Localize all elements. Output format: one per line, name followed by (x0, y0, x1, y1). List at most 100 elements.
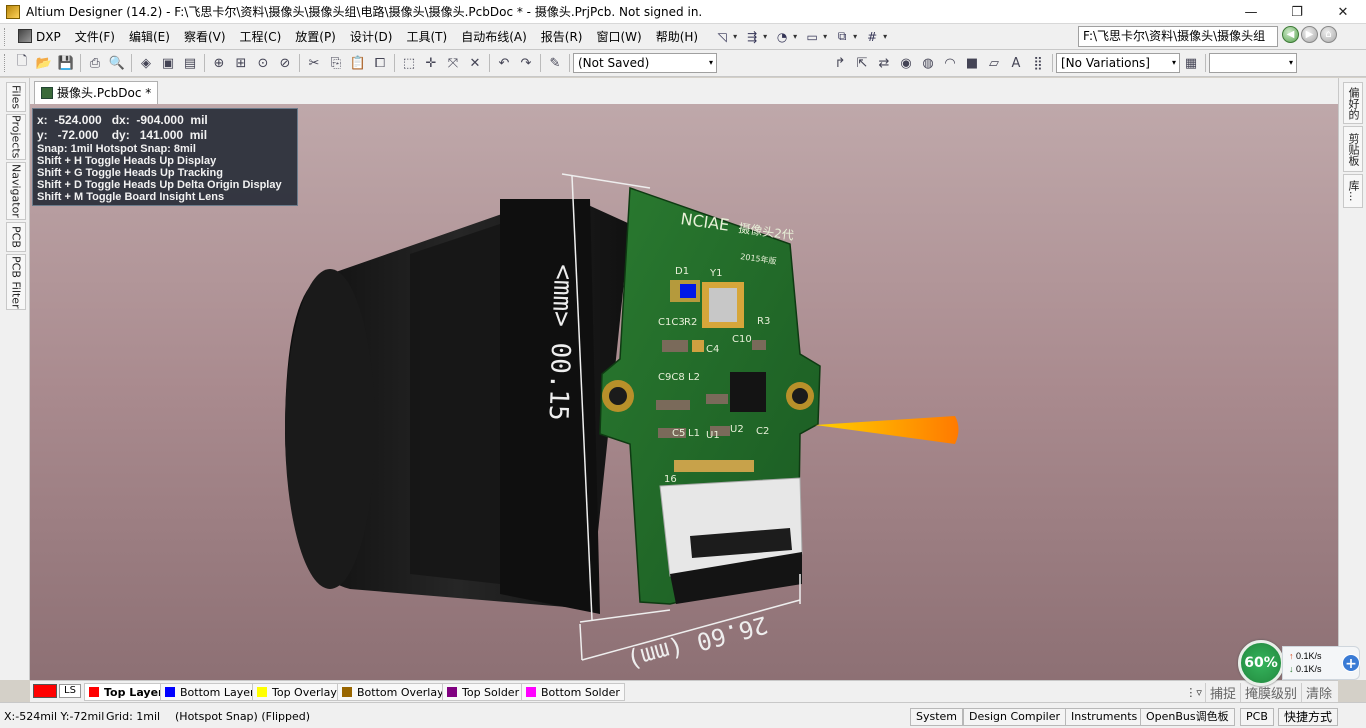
find-similar-icon[interactable]: ◔ (772, 27, 792, 47)
room-icon[interactable]: ▭ (802, 27, 822, 47)
tab-pcb[interactable]: PCB (6, 222, 26, 252)
ref-c4: C4 (706, 344, 719, 355)
status-shortcuts-button[interactable]: 快捷方式 (1278, 708, 1339, 726)
status-design-compiler-button[interactable]: Design Compiler (963, 708, 1066, 726)
menu-help[interactable]: 帮助(H) (649, 26, 705, 48)
cross-probe-icon[interactable]: ✎ (544, 52, 566, 74)
place-pad-icon[interactable]: ◉ (895, 52, 917, 74)
print-preview-icon[interactable]: 🔍 (106, 52, 128, 74)
place-polygon-icon[interactable]: ▱ (983, 52, 1005, 74)
status-instruments-button[interactable]: Instruments (1065, 708, 1144, 726)
select-area-icon[interactable]: ⬚ (398, 52, 420, 74)
zoom-filtered-icon[interactable]: ⊘ (274, 52, 296, 74)
layer-tab-bottom-solder[interactable]: Bottom Solder (521, 683, 625, 701)
menu-design[interactable]: 设计(D) (343, 26, 400, 48)
board-view-icon[interactable]: ▣ (157, 52, 179, 74)
minimize-button[interactable]: — (1228, 0, 1274, 24)
menu-place[interactable]: 放置(P) (288, 26, 343, 48)
menu-reports[interactable]: 报告(R) (534, 26, 590, 48)
menu-project[interactable]: 工程(C) (233, 26, 289, 48)
copy-icon[interactable]: ⎘ (325, 52, 347, 74)
dimension-vertical-label: <mm> 00.15 (543, 264, 578, 421)
cut-icon[interactable]: ✂ (303, 52, 325, 74)
place-arc-icon[interactable]: ◠ (939, 52, 961, 74)
ref-c10: C10 (732, 334, 752, 345)
ref-c9c8: C9C8 (658, 372, 685, 383)
status-pcb-button[interactable]: PCB (1240, 708, 1274, 726)
tab-clipboard[interactable]: 剪贴板 (1343, 126, 1363, 172)
toolbar-grip[interactable] (4, 54, 8, 72)
download-speed: 0.1K/s (1296, 664, 1322, 674)
layer-stack-icon[interactable]: ◈ (135, 52, 157, 74)
document-path-combo[interactable]: F:\飞思卡尔\资料\摄像头\摄像头组 (1078, 26, 1278, 47)
back-icon[interactable]: ◀ (1282, 26, 1299, 43)
new-icon[interactable]: 🗋 (11, 52, 33, 74)
menu-dxp[interactable]: DXP (11, 26, 68, 48)
restore-button[interactable]: ❐ (1274, 0, 1320, 24)
tab-libraries[interactable]: 库... (1343, 174, 1363, 208)
zoom-fit-icon[interactable]: ⊕ (208, 52, 230, 74)
folder-icon[interactable]: ▤ (179, 52, 201, 74)
rubber-stamp-icon[interactable]: ⧠ (369, 52, 391, 74)
ref-u2: U2 (730, 424, 744, 435)
diff-pair-icon[interactable]: ⇄ (873, 52, 895, 74)
tab-pcb-filter[interactable]: PCB Filter (6, 254, 26, 310)
save-icon[interactable]: 💾 (55, 52, 77, 74)
layer-tab-bottom-layer[interactable]: Bottom Layer (160, 683, 260, 701)
place-string-icon[interactable]: A (1005, 52, 1027, 74)
close-button[interactable]: ✕ (1320, 0, 1366, 24)
home-icon[interactable]: ⌂ (1320, 26, 1337, 43)
variant-manager-icon[interactable]: ▦ (1180, 52, 1202, 74)
hud-shortcut-m: Shift + M Toggle Board Insight Lens (37, 191, 225, 203)
zoom-area-icon[interactable]: ⊞ (230, 52, 252, 74)
variations-combo[interactable]: [No Variations] ▾ (1056, 53, 1180, 73)
forward-icon[interactable]: ▶ (1301, 26, 1318, 43)
window-title: Altium Designer (14.2) - F:\飞思卡尔\资料\摄像头\… (26, 5, 703, 19)
tab-navigator[interactable]: Navigator (6, 162, 26, 220)
paste-icon[interactable]: 📋 (347, 52, 369, 74)
saved-state-combo[interactable]: (Not Saved) ▾ (573, 53, 717, 73)
menu-edit[interactable]: 编辑(E) (122, 26, 177, 48)
zoom-selected-icon[interactable]: ⊙ (252, 52, 274, 74)
blank-combo[interactable]: ▾ (1209, 53, 1297, 73)
usage-gauge[interactable]: 60% (1238, 640, 1284, 686)
place-fill-icon[interactable]: ■ (961, 52, 983, 74)
move-icon[interactable]: ✛ (420, 52, 442, 74)
document-tab-pcbdoc[interactable]: 摄像头.PcbDoc * (34, 81, 159, 104)
tab-favorites[interactable]: 偏好的 (1343, 82, 1363, 124)
undo-icon[interactable]: ↶ (493, 52, 515, 74)
layer-tab-top-overlay[interactable]: Top Overlay (252, 683, 342, 701)
print-icon[interactable]: ⎙ (84, 52, 106, 74)
status-openbus-button[interactable]: OpenBus调色板 (1140, 708, 1235, 726)
menu-tools[interactable]: 工具(T) (399, 26, 454, 48)
layer-tab-top-solder[interactable]: Top Solder (442, 683, 525, 701)
network-speed-widget[interactable]: 60% ↑ 0.1K/s ↓ 0.1K/s + (1238, 640, 1366, 686)
layer-filter-icon[interactable]: ⋮▿ (1182, 686, 1205, 699)
layer-tab-bottom-overlay[interactable]: Bottom Overlay (337, 683, 449, 701)
tab-files[interactable]: Files (6, 82, 26, 112)
pcb-board: NCIAE 摄像头2代 2015年版 D1 Y1 C1C3 R2 R3 C4 C… (599, 186, 821, 605)
menu-file[interactable]: 文件(F) (68, 26, 122, 48)
menu-grip[interactable] (4, 27, 8, 46)
menu-view[interactable]: 察看(V) (177, 26, 233, 48)
place-via-icon[interactable]: ◍ (917, 52, 939, 74)
layer-tab-top-layer[interactable]: Top Layer (84, 683, 169, 701)
status-system-button[interactable]: System (910, 708, 964, 726)
select-icon[interactable]: ⧉ (832, 27, 852, 47)
layer-set-button[interactable]: LS (33, 684, 81, 698)
clear-filter-icon[interactable]: ✕ (464, 52, 486, 74)
tab-projects[interactable]: Projects (6, 114, 26, 160)
redo-icon[interactable]: ↷ (515, 52, 537, 74)
align-icon[interactable]: ⇶ (742, 27, 762, 47)
menu-window[interactable]: 窗口(W) (589, 26, 648, 48)
grid-icon[interactable]: # (862, 27, 882, 47)
plus-icon[interactable]: + (1342, 654, 1360, 672)
chart-icon[interactable]: ◹ (712, 27, 732, 47)
place-array-icon[interactable]: ⣿ (1027, 52, 1049, 74)
snap-button[interactable]: 捕捉 (1204, 682, 1240, 702)
interactive-route-icon[interactable]: ↱ (829, 52, 851, 74)
deselect-icon[interactable]: ⤧ (442, 52, 464, 74)
menu-autoroute[interactable]: 自动布线(A) (454, 26, 534, 48)
route-multiple-icon[interactable]: ⇱ (851, 52, 873, 74)
open-icon[interactable]: 📂 (33, 52, 55, 74)
